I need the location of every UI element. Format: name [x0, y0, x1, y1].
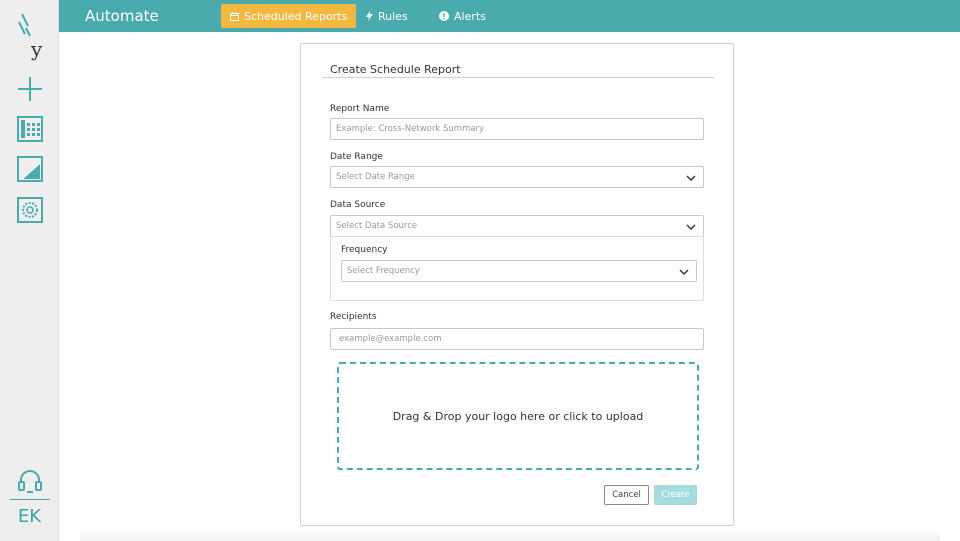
app-title: Automate — [85, 7, 159, 25]
chevron-down-icon — [679, 269, 689, 275]
form-title-divider — [322, 77, 714, 78]
tab-label: Scheduled Reports — [244, 9, 348, 23]
tab-label: Rules — [378, 9, 408, 23]
tab-rules[interactable]: Rules — [357, 4, 417, 28]
analytics-nav-button[interactable] — [15, 154, 45, 184]
data-source-value: Select Data Source — [336, 221, 418, 231]
calendar-grid-icon — [17, 116, 43, 142]
tab-scheduled-reports[interactable]: Scheduled Reports — [221, 4, 357, 28]
tab-label: Alerts — [454, 9, 486, 23]
top-nav-bar: Automate Scheduled Reports Rules Alerts — [59, 0, 960, 32]
tab-alerts[interactable]: Alerts — [430, 4, 495, 28]
recipients-label: Recipients — [330, 312, 377, 322]
add-button[interactable] — [15, 74, 45, 104]
support-button[interactable] — [15, 466, 45, 496]
upload-instructions: Drag & Drop your logo here or click to u… — [392, 409, 644, 423]
bottom-shade — [80, 530, 940, 541]
headset-icon — [18, 470, 42, 493]
form-title: Create Schedule Report — [330, 63, 461, 76]
report-name-field[interactable] — [330, 118, 704, 140]
chevron-down-icon — [686, 175, 696, 181]
main-content: Create Schedule Report Report Name Date … — [60, 32, 960, 541]
date-range-label: Date Range — [330, 152, 383, 162]
alert-circle-icon — [439, 11, 449, 21]
data-source-label: Data Source — [330, 200, 386, 210]
bolt-icon — [366, 11, 373, 21]
logo-upload-dropzone[interactable]: Drag & Drop your logo here or click to u… — [337, 362, 699, 470]
sidebar-divider — [10, 499, 50, 500]
frequency-select[interactable]: Select Frequency — [341, 260, 697, 282]
brand-logo: y — [18, 13, 43, 61]
recipients-input[interactable] — [339, 329, 703, 349]
settings-icon — [17, 197, 43, 223]
chart-icon — [17, 156, 43, 182]
frequency-label: Frequency — [341, 245, 388, 255]
user-avatar[interactable]: EK — [0, 506, 59, 527]
frequency-panel: Frequency Select Frequency — [330, 236, 704, 301]
create-report-form: Create Schedule Report Report Name Date … — [300, 43, 734, 526]
calendar-nav-button[interactable] — [15, 114, 45, 144]
create-button[interactable]: Create — [654, 485, 697, 505]
svg-text:y: y — [30, 37, 43, 61]
settings-nav-button[interactable] — [15, 195, 45, 225]
sidebar: y EK — [0, 0, 59, 541]
date-range-select[interactable]: Select Date Range — [330, 166, 704, 188]
recipients-field[interactable] — [330, 328, 704, 350]
data-source-select[interactable]: Select Data Source — [330, 215, 704, 237]
cancel-button[interactable]: Cancel — [604, 485, 649, 505]
calendar-icon — [230, 11, 239, 21]
frequency-value: Select Frequency — [347, 266, 420, 276]
report-name-label: Report Name — [330, 104, 390, 114]
add-icon — [18, 77, 42, 101]
chevron-down-icon — [686, 224, 696, 230]
report-name-input[interactable] — [336, 119, 703, 139]
date-range-value: Select Date Range — [336, 172, 415, 182]
